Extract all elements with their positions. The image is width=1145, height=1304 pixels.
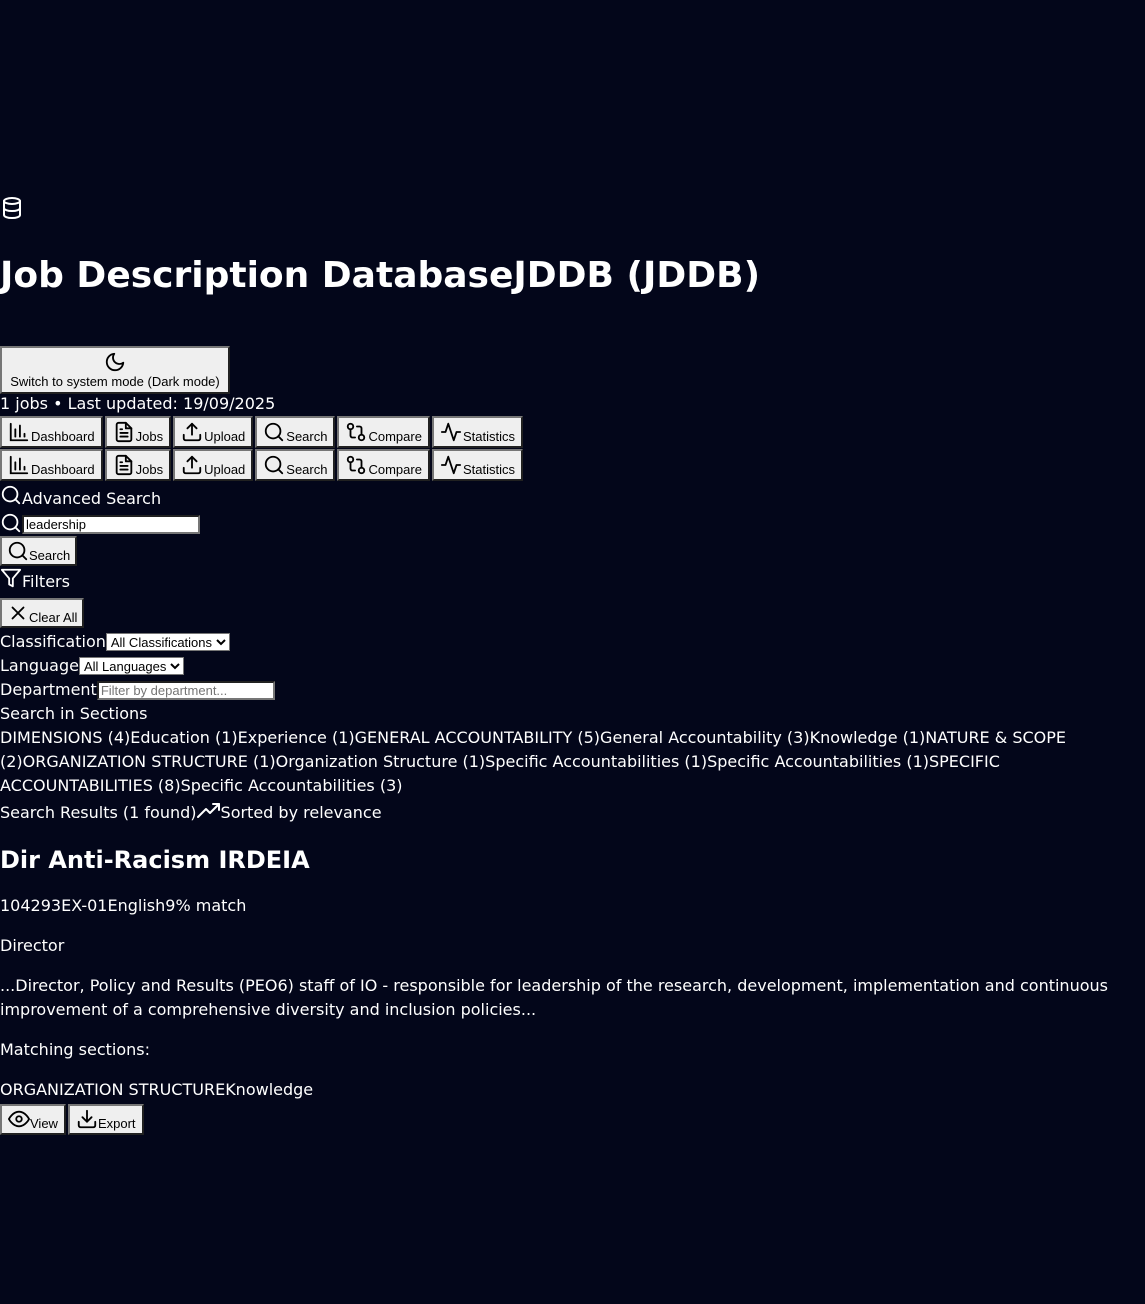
search-submit-button[interactable]: Search <box>0 536 78 566</box>
search-icon <box>263 421 286 444</box>
nav-dashboard-button[interactable]: Dashboard <box>0 449 103 481</box>
result-actions: View Export <box>0 1104 1145 1135</box>
nav-compare-button[interactable]: Compare <box>337 416 430 448</box>
job-title[interactable]: Dir Anti-Racism IRDEIA <box>0 842 1145 878</box>
upload-icon <box>181 454 204 477</box>
section-chip[interactable]: Specific Accountabilities (1) <box>707 752 929 771</box>
job-number: 104293 <box>0 896 62 915</box>
nav-dashboard-button[interactable]: Dashboard <box>0 416 103 448</box>
section-chip[interactable]: Education (1) <box>130 728 237 747</box>
theme-toggle-button[interactable]: Switch to system mode (Dark mode) <box>0 346 230 394</box>
job-excerpt: ...Director, Policy and Results (PEO6) s… <box>0 976 1108 1019</box>
search-icon <box>7 540 29 563</box>
sort-label: Sorted by relevance <box>220 803 382 822</box>
language-label: Language <box>0 656 79 675</box>
matching-sections: ORGANIZATION STRUCTUREKnowledge <box>0 1078 1145 1102</box>
job-language: English <box>107 896 166 915</box>
nav-statistics-button[interactable]: Statistics <box>431 416 523 448</box>
secondary-nav: Dashboard Jobs Upload Search Compare Sta… <box>0 449 1145 482</box>
section-chip[interactable]: General Accountability (3) <box>600 728 810 747</box>
section-chip[interactable]: DIMENSIONS (4) <box>0 728 130 747</box>
results-header: Search Results (1 found) Sorted by releva… <box>0 798 1145 828</box>
section-chip[interactable]: ORGANIZATION STRUCTURE (1) <box>23 752 276 771</box>
clear-row: Clear All <box>0 598 1145 630</box>
theme-toggle-label: Switch to system mode (Dark mode) <box>10 374 220 389</box>
view-button[interactable]: View <box>0 1104 66 1135</box>
search-icon <box>263 454 286 477</box>
classification-select[interactable]: All Classifications <box>105 633 230 651</box>
bar-chart-icon <box>8 421 31 444</box>
search-icon <box>0 485 22 508</box>
job-meta: 104293EX-01English9% match <box>0 894 1145 918</box>
section-chip[interactable]: Organization Structure (1) <box>276 752 486 771</box>
download-icon <box>76 1108 98 1131</box>
language-filter: Language All Languages <box>0 654 1145 678</box>
export-button[interactable]: Export <box>67 1104 144 1135</box>
git-compare-icon <box>345 454 368 477</box>
results-count: Search Results (1 found) <box>0 803 197 822</box>
nav-statistics-button[interactable]: Statistics <box>431 449 523 481</box>
section-chip[interactable]: Specific Accountabilities (3) <box>181 776 403 795</box>
result-card: Dir Anti-Racism IRDEIA 104293EX-01Englis… <box>0 842 1145 1135</box>
eye-icon <box>8 1108 30 1131</box>
upload-icon <box>181 421 204 444</box>
activity-icon <box>440 454 463 477</box>
file-text-icon <box>113 454 136 477</box>
main-nav: Dashboard Jobs Upload Search Compare Sta… <box>0 416 1145 449</box>
matching-section-tag: ORGANIZATION STRUCTURE <box>0 1080 226 1099</box>
nav-search-button[interactable]: Search <box>255 416 336 448</box>
moon-icon <box>7 351 223 375</box>
department-input[interactable] <box>96 681 275 700</box>
page-title: Job Description DatabaseJDDB (JDDB) <box>0 255 761 296</box>
department-label: Department <box>0 680 97 699</box>
section-chip[interactable]: Experience (1) <box>238 728 355 747</box>
nav-jobs-button[interactable]: Jobs <box>104 449 172 481</box>
job-classification: EX-01 <box>61 896 108 915</box>
section-filter-list: DIMENSIONS (4)Education (1)Experience (1… <box>0 726 1110 798</box>
nav-upload-button[interactable]: Upload <box>173 449 254 481</box>
filters-heading: Filters <box>0 568 1145 598</box>
trending-up-icon <box>196 803 221 822</box>
search-input[interactable] <box>22 514 200 534</box>
nav-search-button[interactable]: Search <box>255 449 336 481</box>
matching-section-tag: Knowledge <box>225 1080 314 1099</box>
matching-sections-label: Matching sections: <box>0 1040 150 1059</box>
match-score: 9% match <box>165 896 247 915</box>
job-level: Director <box>0 936 65 955</box>
search-submit-row: Search <box>0 536 1145 568</box>
file-text-icon <box>113 421 136 444</box>
nav-jobs-button[interactable]: Jobs <box>104 416 172 448</box>
git-compare-icon <box>345 421 368 444</box>
classification-filter: Classification All Classifications <box>0 630 1145 654</box>
department-filter: Department <box>0 678 1145 702</box>
bar-chart-icon <box>8 454 31 477</box>
nav-upload-button[interactable]: Upload <box>173 416 254 448</box>
nav-compare-button[interactable]: Compare <box>337 449 430 481</box>
section-chip[interactable]: Knowledge (1) <box>810 728 926 747</box>
classification-label: Classification <box>0 632 106 651</box>
advanced-search-heading: Advanced Search <box>0 482 1145 512</box>
app-root: Job Description DatabaseJDDB (JDDB) Swit… <box>0 196 1145 1135</box>
database-icon <box>0 196 1145 222</box>
job-count-meta: 1 jobs • Last updated: 19/09/2025 <box>0 394 276 413</box>
activity-icon <box>440 421 463 444</box>
close-icon <box>7 602 29 625</box>
filter-icon <box>0 566 22 598</box>
search-icon <box>0 512 22 536</box>
sections-label: Search in Sections <box>0 704 148 723</box>
clear-all-button[interactable]: Clear All <box>0 598 85 628</box>
section-chip[interactable]: Specific Accountabilities (1) <box>485 752 707 771</box>
language-select[interactable]: All Languages <box>78 657 184 675</box>
section-chip[interactable]: GENERAL ACCOUNTABILITY (5) <box>355 728 600 747</box>
search-bar <box>0 512 1145 536</box>
